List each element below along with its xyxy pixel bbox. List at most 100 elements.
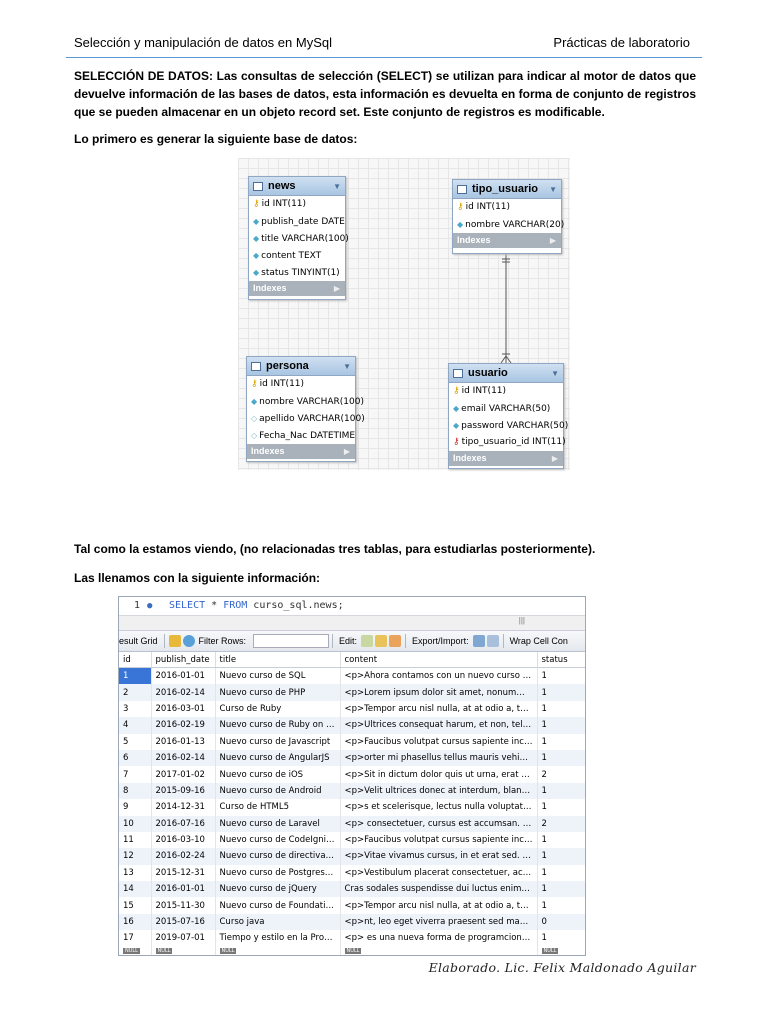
table-cell[interactable]: 2016-02-24 [151, 848, 216, 865]
table-news[interactable]: news ▼ ⚷ id INT(11) ◆ publish_date DATE ◆ t… [248, 176, 349, 300]
table-cell[interactable]: 1 [537, 733, 585, 750]
table-cell[interactable]: 2015-09-16 [151, 782, 216, 800]
table-usuario-header[interactable]: usuario ▼ [449, 364, 563, 383]
table-cell[interactable]: <p>Tempor arcu nisl nulla, at at odio a,… [340, 897, 538, 914]
table-cell[interactable]: Curso de Ruby [215, 700, 341, 718]
table-cell[interactable]: Nuevo curso de Android [215, 782, 341, 800]
table-cell[interactable]: 1 [119, 667, 152, 685]
table-cell[interactable]: Cras sodales suspendisse dui luctus enim… [340, 881, 538, 898]
table-row[interactable]: 10 2016-07-16 Nuevo curso de Laravel <p> co… [119, 815, 585, 832]
table-row[interactable]: 2 2016-02-14 Nuevo curso de PHP <p>Lorem ip… [119, 684, 585, 701]
edit-row-icon[interactable] [361, 635, 374, 647]
export-icon[interactable] [472, 635, 485, 647]
indexes-bar[interactable]: Indexes ▶ [449, 451, 563, 466]
table-cell[interactable]: <p>orter mi phasellus tellus mauris vehi… [340, 749, 538, 767]
table-row[interactable]: 17 2019-07-01 Tiempo y estilo en la Progra… [119, 930, 585, 947]
table-cell[interactable]: <p>Tempor arcu nisl nulla, at at odio a,… [340, 700, 538, 718]
table-cell[interactable]: <p> es una nueva forma de programcion pa… [340, 930, 538, 947]
table-cell[interactable]: 1 [537, 848, 585, 865]
table-cell[interactable]: 1 [537, 782, 585, 800]
refresh-icon[interactable] [182, 635, 195, 647]
table-cell[interactable]: <p>Vestibulum placerat consectetuer, acc… [340, 864, 538, 882]
table-cell[interactable]: Nuevo curso de SQL [215, 667, 341, 685]
table-cell[interactable]: Nuevo curso de jQuery [215, 881, 341, 898]
table-cell[interactable]: <p>Sit in dictum dolor quis ut urna, era… [340, 766, 538, 783]
import-icon[interactable] [486, 635, 499, 647]
table-cell[interactable]: Curso java [215, 913, 341, 931]
table-tipo-usuario-header[interactable]: tipo_usuario ▼ [453, 180, 561, 199]
table-row[interactable]: 11 2016-03-10 Nuevo curso de CodeIgniter <p… [119, 831, 585, 849]
table-cell[interactable]: 1 [537, 897, 585, 914]
table-cell[interactable]: 4 [119, 717, 152, 734]
table-row[interactable]: 16 2015-07-16 Curso java <p>nt, leo eget vi… [119, 913, 585, 931]
table-cell[interactable]: Nuevo curso de PHP [215, 684, 341, 701]
table-cell[interactable]: 13 [119, 864, 152, 882]
table-cell[interactable]: Nuevo curso de PostgresSQL [215, 864, 341, 882]
table-row[interactable]: 13 2015-12-31 Nuevo curso de PostgresSQL <p… [119, 864, 585, 882]
table-cell[interactable]: 1 [537, 831, 585, 849]
horizontal-scrollbar[interactable]: ||| [119, 616, 585, 631]
table-cell[interactable]: Nuevo curso de CodeIgniter [215, 831, 341, 849]
table-cell[interactable]: <p>Vitae vivamus cursus, in et erat sed.… [340, 848, 538, 865]
table-cell[interactable]: <p>s et scelerisque, lectus nulla volupt… [340, 799, 538, 816]
grid-view-icon[interactable] [168, 635, 181, 647]
table-cell[interactable]: Curso de HTML5 [215, 799, 341, 816]
indexes-bar[interactable]: Indexes ▶ [247, 444, 355, 459]
table-cell[interactable]: <p>Velit ultrices donec at interdum, bla… [340, 782, 538, 800]
null-cell[interactable]: NULL [151, 946, 216, 955]
table-cell[interactable]: <p>nt, leo eget viverra praesent sed mau… [340, 913, 538, 931]
table-cell[interactable]: <p>Ultrices consequat harum, et non, tel… [340, 717, 538, 734]
table-cell[interactable]: 3 [119, 700, 152, 718]
expand-arrow-icon[interactable]: ▶ [334, 281, 340, 296]
table-cell[interactable]: 2 [119, 684, 152, 701]
table-row[interactable]: 4 2016-02-19 Nuevo curso de Ruby on Rails <… [119, 717, 585, 734]
table-cell[interactable]: 2016-03-01 [151, 700, 216, 718]
table-cell[interactable]: Nuevo curso de Foundation ... [215, 897, 341, 914]
table-cell[interactable]: 1 [537, 700, 585, 718]
column-header-publish-date[interactable]: publish_date [151, 652, 216, 668]
table-cell[interactable]: 1 [537, 684, 585, 701]
null-cell[interactable]: NULL [537, 946, 585, 955]
chevron-down-icon[interactable]: ▼ [333, 182, 341, 191]
table-cell[interactable]: 2019-07-01 [151, 930, 216, 947]
table-cell[interactable]: Tiempo y estilo en la Program... [215, 930, 341, 947]
table-cell[interactable]: 2015-12-31 [151, 864, 216, 882]
table-cell[interactable]: 11 [119, 831, 152, 849]
table-cell[interactable]: 16 [119, 913, 152, 931]
table-cell[interactable]: 2015-11-30 [151, 897, 216, 914]
table-cell[interactable]: 2 [537, 766, 585, 783]
table-row[interactable]: 7 2017-01-02 Nuevo curso de iOS <p>Sit in d… [119, 766, 585, 783]
table-row[interactable]: 1 2016-01-01 Nuevo curso de SQL <p>Ahora co… [119, 667, 585, 685]
result-grid-tab[interactable]: esult Grid [119, 636, 158, 646]
table-cell[interactable]: 1 [537, 717, 585, 734]
table-row[interactable]: 8 2015-09-16 Nuevo curso de Android <p>Veli… [119, 782, 585, 800]
table-cell[interactable]: Nuevo curso de Javascript [215, 733, 341, 750]
table-cell[interactable]: 2016-01-13 [151, 733, 216, 750]
table-row[interactable]: 3 2016-03-01 Curso de Ruby <p>Tempor arcu n… [119, 700, 585, 718]
table-usuario[interactable]: usuario ▼ ⚷ id INT(11) ◆ email VARCHAR(50)… [448, 363, 568, 469]
table-cell[interactable]: Nuevo curso de directivas de ... [215, 848, 341, 865]
table-cell[interactable]: 1 [537, 881, 585, 898]
table-cell[interactable]: 1 [537, 930, 585, 947]
table-persona[interactable]: persona ▼ ⚷ id INT(11) ◆ nombre VARCHAR(10… [246, 356, 365, 462]
table-cell[interactable]: 7 [119, 766, 152, 783]
table-cell[interactable]: Nuevo curso de AngularJS [215, 749, 341, 767]
table-tipo-usuario[interactable]: tipo_usuario ▼ ⚷ id INT(11) ◆ nombre VARCH… [452, 179, 564, 254]
table-cell[interactable]: 10 [119, 815, 152, 832]
table-cell[interactable]: <p>Ahora contamos con un nuevo curso de … [340, 667, 538, 685]
table-cell[interactable]: Nuevo curso de Ruby on Rails [215, 717, 341, 734]
table-row[interactable]: 15 2015-11-30 Nuevo curso de Foundation ..… [119, 897, 585, 914]
wrap-cell-content-toggle[interactable]: Wrap Cell Con [510, 636, 568, 646]
table-cell[interactable]: 2016-01-01 [151, 881, 216, 898]
column-header-id[interactable]: id [119, 652, 152, 668]
query-text[interactable]: SELECT * FROM curso_sql.news; [169, 597, 344, 615]
table-cell[interactable]: <p>Faucibus volutpat cursus sapiente inc… [340, 831, 538, 849]
table-cell[interactable]: 2016-01-01 [151, 667, 216, 685]
chevron-down-icon[interactable]: ▼ [343, 362, 351, 371]
table-row[interactable]: 14 2016-01-01 Nuevo curso de jQuery Cras so… [119, 881, 585, 898]
table-cell[interactable]: <p> consectetuer, cursus est accumsan. F… [340, 815, 538, 832]
table-cell[interactable]: 2016-02-14 [151, 684, 216, 701]
table-cell[interactable]: 0 [537, 913, 585, 931]
table-cell[interactable]: 14 [119, 881, 152, 898]
column-header-status[interactable]: status [537, 652, 585, 668]
